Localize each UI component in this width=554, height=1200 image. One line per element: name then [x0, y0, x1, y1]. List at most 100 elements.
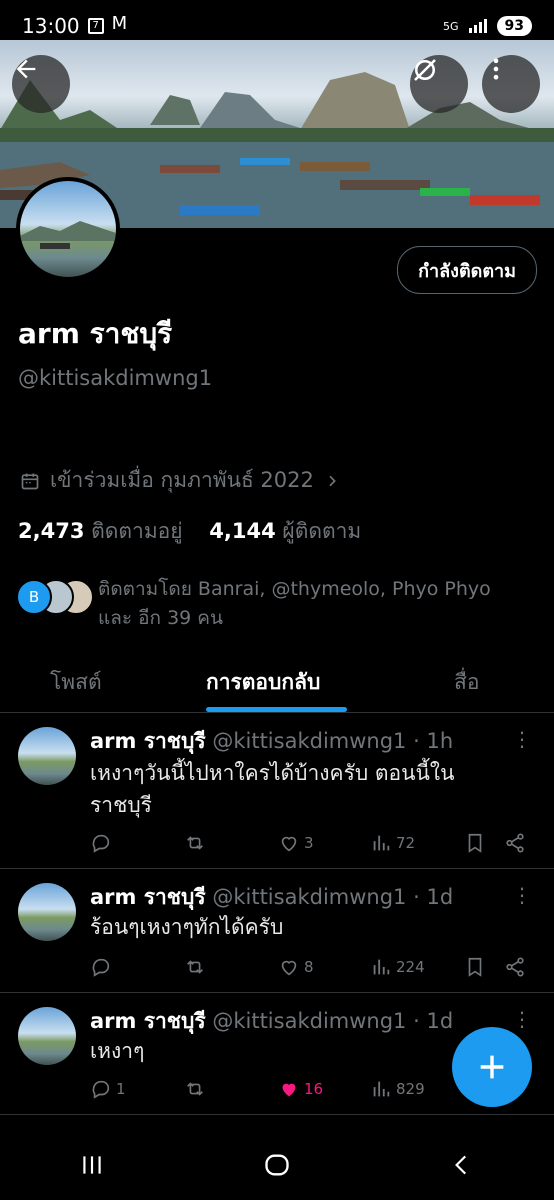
hide-button[interactable] [410, 55, 468, 113]
like-button[interactable]: 8 [278, 956, 314, 978]
compose-button[interactable] [452, 1027, 532, 1107]
followers-count: 4,144 [209, 519, 276, 543]
profile-avatar[interactable] [16, 177, 120, 281]
followed-by-line1: ติดตามโดย Banrai, @thymeolo, Phyo Phyo [98, 578, 491, 600]
bookmark-button[interactable] [464, 956, 486, 978]
calendar-icon [21, 473, 39, 489]
active-tab-indicator [206, 707, 347, 712]
tweet-author-handle: @kittisakdimwng1 [212, 1009, 407, 1033]
back-nav-icon[interactable] [449, 1152, 475, 1178]
retweet-icon [187, 836, 203, 850]
tweet-actions: 8 224 [90, 955, 530, 979]
share-icon [506, 957, 524, 977]
retweet-button[interactable] [184, 832, 210, 854]
followed-by-line2: และ อีก 39 คน [98, 607, 224, 629]
avatar: B [16, 579, 52, 615]
views-count: 829 [396, 1080, 425, 1098]
views-button[interactable]: 829 [370, 1078, 425, 1100]
more-button[interactable] [482, 55, 540, 113]
recent-apps-icon[interactable] [79, 1152, 105, 1178]
tweet-header: arm ราชบุรี @kittisakdimwng1 · 1h [90, 725, 453, 758]
tweet-author-handle: @kittisakdimwng1 [212, 885, 407, 909]
views-button[interactable]: 72 [370, 832, 415, 854]
tweet-time: · 1d [413, 1009, 454, 1033]
hide-icon [414, 59, 436, 81]
reply-button[interactable]: 1 [90, 1078, 126, 1100]
tab-replies[interactable]: การตอบกลับ [206, 666, 320, 699]
joined-date[interactable]: เข้าร่วมเมื่อ กุมภาพันธ์ 2022 [20, 464, 340, 497]
reply-count: 1 [116, 1080, 126, 1098]
retweet-button[interactable] [184, 956, 210, 978]
views-count: 72 [396, 834, 416, 852]
mail-icon: M [111, 13, 128, 34]
avatar[interactable] [18, 883, 76, 941]
following-button[interactable]: กำลังติดตาม [397, 246, 537, 294]
more-vertical-icon[interactable]: ⋮ [512, 727, 532, 751]
views-button[interactable]: 224 [370, 956, 425, 978]
tweet-header: arm ราชบุรี @kittisakdimwng1 · 1d [90, 1005, 453, 1038]
follow-counts: 2,473 ติดตามอยู่ 4,144 ผู้ติดตาม [18, 515, 361, 548]
reply-button[interactable] [90, 832, 116, 854]
profile-name: arm ราชบุรี [18, 317, 173, 350]
avatar-landscape [20, 221, 116, 249]
bookmark-icon [468, 833, 482, 853]
tweet-time: · 1d [413, 885, 454, 909]
reply-icon [92, 1080, 110, 1099]
reply-icon [92, 834, 110, 853]
tab-posts[interactable]: โพสต์ [50, 666, 102, 699]
home-icon[interactable] [263, 1151, 291, 1179]
status-bar: 13:00 7 M 5G 93 [0, 0, 554, 52]
like-count: 3 [304, 834, 314, 852]
avatar[interactable] [18, 727, 76, 785]
network-label: 5G [442, 19, 459, 33]
following-count: 2,473 [18, 519, 85, 543]
status-time: 13:00 [22, 14, 80, 38]
retweet-button[interactable] [184, 1078, 210, 1100]
battery-badge: 93 [496, 16, 532, 36]
tweet-header: arm ราชบุรี @kittisakdimwng1 · 1d [90, 881, 453, 914]
more-vertical-icon[interactable]: ⋮ [512, 1007, 532, 1031]
tweet-text: เหงาๆวันนี้ไปหาใครได้บ้างครับ ตอนนี้ใน ร… [90, 761, 455, 817]
like-count: 16 [304, 1080, 324, 1098]
profile-tabs: โพสต์ การตอบกลับ สื่อ [0, 650, 554, 713]
tweet-author-name: arm ราชบุรี [90, 885, 206, 909]
like-count: 8 [304, 958, 314, 976]
more-vertical-icon [493, 58, 499, 80]
tweet[interactable]: arm ราชบุรี @kittisakdimwng1 · 1d ⋮ ร้อน… [0, 869, 554, 993]
followed-by-avatars: B [14, 575, 94, 615]
back-button[interactable] [12, 55, 70, 113]
followed-by-text: ติดตามโดย Banrai, @thymeolo, Phyo Phyo แ… [98, 575, 491, 633]
reply-button[interactable] [90, 956, 116, 978]
like-button[interactable]: 16 [278, 1078, 323, 1100]
following-label: ติดตามอยู่ [91, 519, 183, 543]
followers-link[interactable]: 4,144 ผู้ติดตาม [209, 519, 361, 543]
more-vertical-icon[interactable]: ⋮ [512, 883, 532, 907]
tweet-author-name: arm ราชบุรี [90, 729, 206, 753]
avatar[interactable] [18, 1007, 76, 1065]
joined-text: เข้าร่วมเมื่อ กุมภาพันธ์ 2022 [50, 468, 314, 492]
share-button[interactable] [504, 956, 526, 978]
tweet-text: ร้อนๆเหงาๆทักได้ครับ [90, 915, 284, 939]
views-icon [373, 959, 390, 975]
reply-icon [92, 958, 110, 977]
system-nav-bar [0, 1130, 554, 1200]
tweet[interactable]: arm ราชบุรี @kittisakdimwng1 · 1h ⋮ เหงา… [0, 713, 554, 869]
bookmark-button[interactable] [464, 832, 486, 854]
chevron-right-icon [329, 475, 336, 486]
like-button[interactable]: 3 [278, 832, 314, 854]
followed-by[interactable]: B ติดตามโดย Banrai, @thymeolo, Phyo Phyo… [14, 575, 491, 633]
bookmark-icon [468, 957, 482, 977]
tweet-author-handle: @kittisakdimwng1 [212, 729, 407, 753]
retweet-icon [187, 1082, 203, 1096]
share-icon [506, 833, 524, 853]
following-link[interactable]: 2,473 ติดตามอยู่ [18, 519, 183, 543]
share-button[interactable] [504, 832, 526, 854]
tab-media[interactable]: สื่อ [454, 666, 479, 699]
followers-label: ผู้ติดตาม [282, 519, 362, 543]
signal-icon [468, 19, 487, 33]
heart-icon [281, 836, 297, 852]
plus-icon [480, 1055, 504, 1079]
back-arrow-icon [16, 59, 36, 79]
tweet-text: เหงาๆ [90, 1039, 145, 1063]
tweet-time: · 1h [413, 729, 454, 753]
